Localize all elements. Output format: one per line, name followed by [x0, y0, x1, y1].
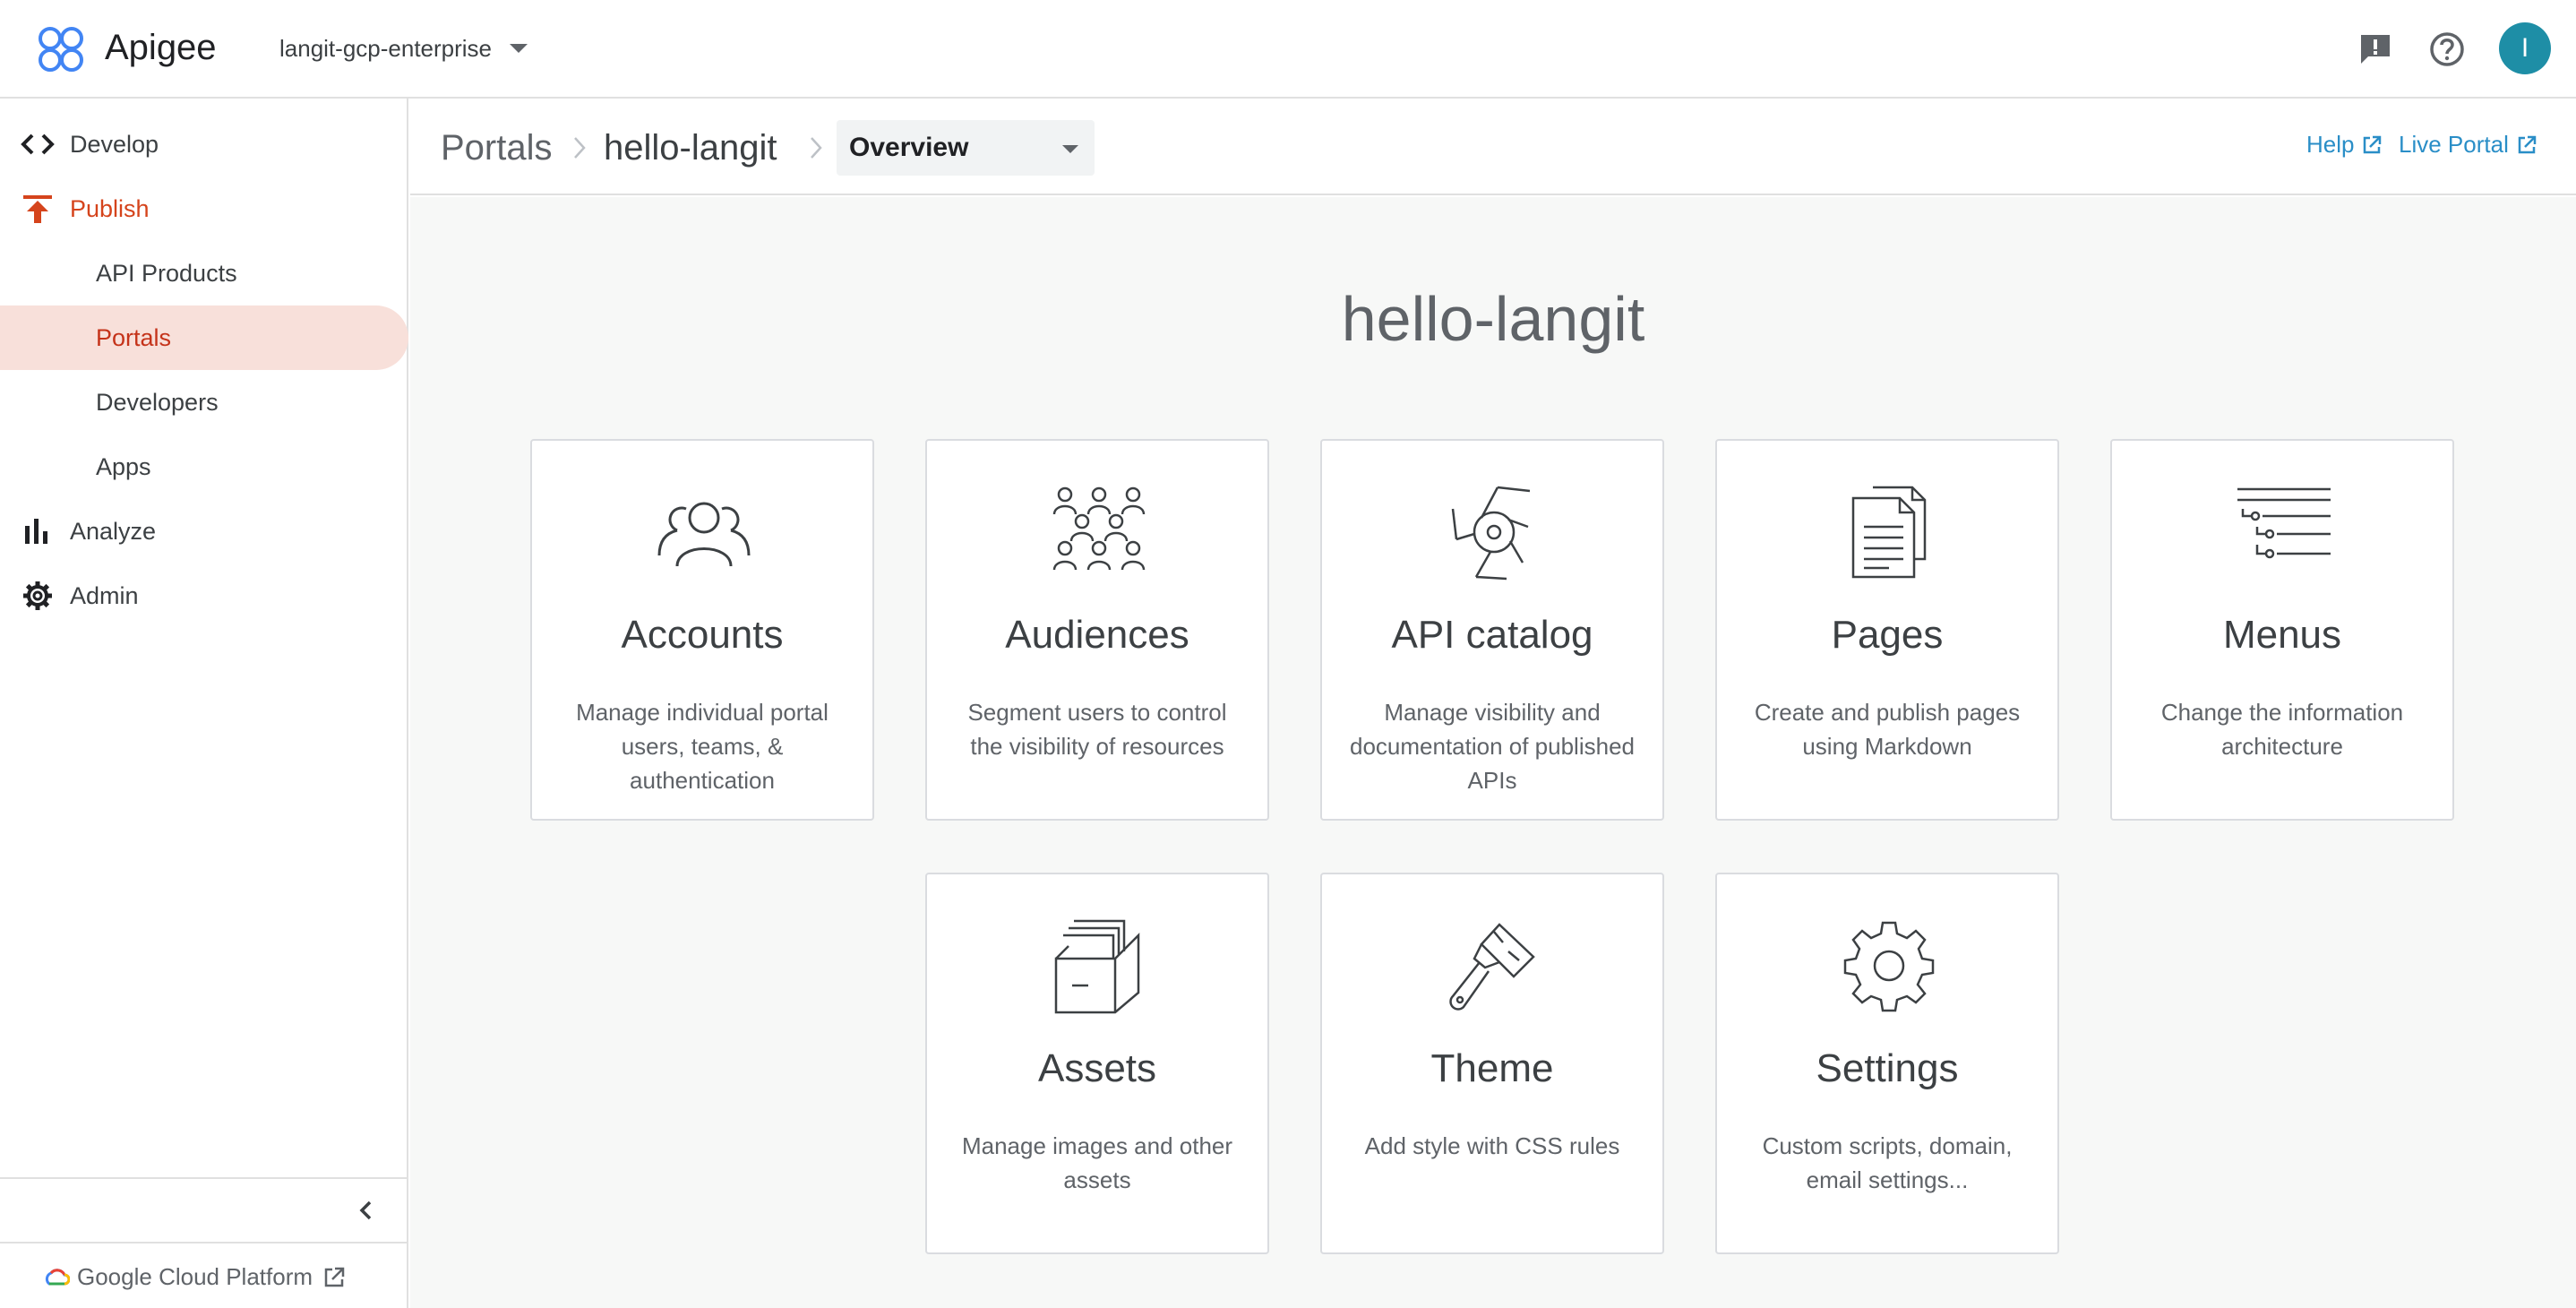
sidebar-item-portals[interactable]: Portals	[0, 305, 408, 370]
api-catalog-icon	[1451, 486, 1531, 581]
settings-icon	[1843, 921, 1935, 1012]
accounts-icon	[657, 502, 751, 567]
collapse-sidebar-icon[interactable]	[351, 1195, 382, 1226]
sidebar-item-label: Develop	[70, 130, 159, 158]
breadcrumb-portals[interactable]: Portals	[441, 125, 553, 170]
chevron-right-icon	[574, 137, 586, 159]
card-title: Menus	[2222, 613, 2342, 657]
sidebar-item-analyze[interactable]: Analyze	[0, 499, 408, 564]
content-header: Portals hello-langit Overview Help Live …	[410, 99, 2576, 195]
page-title: hello-langit	[1341, 284, 1645, 354]
sidebar-item-label: Apps	[96, 452, 151, 480]
bar-chart-icon	[25, 519, 47, 544]
card-description: Create and publish pages using Markdown	[1754, 699, 2021, 760]
card-theme[interactable]: Theme Add style with CSS rules	[1320, 873, 1664, 1254]
card-description: Add style with CSS rules	[1364, 1132, 1620, 1159]
sidebar-item-publish[interactable]: Publish	[0, 176, 408, 241]
user-avatar[interactable]: I	[2499, 22, 2551, 74]
sidebar-item-label: Publish	[70, 194, 150, 222]
sidebar-item-label: Admin	[70, 581, 139, 609]
external-link-icon	[2518, 135, 2537, 153]
card-title: Pages	[1831, 613, 1944, 657]
live-portal-label: Live Portal	[2399, 131, 2509, 158]
sidebar-item-admin[interactable]: Admin	[0, 564, 408, 628]
card-pages[interactable]: Pages Create and publish pages using Mar…	[1715, 439, 2059, 821]
card-description: Custom scripts, domain, email settings..…	[1762, 1132, 2013, 1193]
breadcrumb-portal-name[interactable]: hello-langit	[604, 125, 777, 170]
gear-icon	[23, 581, 52, 610]
help-link-label: Help	[2306, 131, 2355, 158]
org-selector[interactable]: langit-gcp-enterprise	[279, 32, 528, 65]
main-content: hello-langit Accounts Manage individual …	[410, 197, 2576, 1308]
gcp-label: Google Cloud Platform	[77, 1263, 313, 1290]
card-title: Accounts	[621, 613, 784, 657]
sidebar-item-label: API Products	[96, 259, 237, 287]
card-description: Manage individual portal users, teams, &…	[576, 699, 829, 794]
dropdown-caret-icon	[1062, 145, 1078, 153]
card-title: API catalog	[1391, 613, 1593, 657]
assets-icon	[1054, 919, 1140, 1014]
external-link-icon	[324, 1267, 345, 1286]
view-select[interactable]: Overview	[837, 120, 1095, 176]
live-portal-link[interactable]: Live Portal	[2399, 131, 2537, 159]
view-select-value: Overview	[849, 133, 969, 162]
chevron-right-icon	[811, 137, 822, 159]
sidebar-item-label: Developers	[96, 388, 219, 416]
card-audiences[interactable]: Audiences Segment users to control the v…	[925, 439, 1269, 821]
help-icon[interactable]	[2427, 30, 2467, 69]
card-description: Manage images and other assets	[961, 1132, 1233, 1193]
pages-icon	[1851, 486, 1927, 579]
card-description: Segment users to control the visibility …	[967, 699, 1227, 760]
dropdown-caret-icon	[510, 44, 528, 53]
card-assets[interactable]: Assets Manage images and other assets	[925, 873, 1269, 1254]
help-link[interactable]: Help	[2306, 131, 2383, 159]
card-menus[interactable]: Menus Change the information architectur…	[2110, 439, 2454, 821]
sidebar-item-developers[interactable]: Developers	[0, 370, 408, 435]
card-api-catalog[interactable]: API catalog Manage visibility and docume…	[1320, 439, 1664, 821]
card-settings[interactable]: Settings Custom scripts, domain, email s…	[1715, 873, 2059, 1254]
card-title: Theme	[1430, 1046, 1554, 1090]
feedback-icon[interactable]	[2356, 30, 2395, 69]
external-link-icon	[2364, 135, 2382, 153]
sidebar-item-api-products[interactable]: API Products	[0, 241, 408, 305]
card-accounts[interactable]: Accounts Manage individual portal users,…	[530, 439, 874, 821]
sidebar-item-develop[interactable]: Develop	[0, 112, 408, 176]
sidebar-divider	[0, 1177, 408, 1179]
menus-icon	[2237, 487, 2331, 559]
code-icon	[21, 133, 55, 155]
gcp-link[interactable]: Google Cloud Platform	[43, 1263, 347, 1291]
sidebar: Develop Publish API Products Portals Dev…	[0, 99, 408, 1308]
top-bar: Apigee langit-gcp-enterprise I	[0, 0, 2576, 99]
card-description: Manage visibility and documentation of p…	[1349, 699, 1635, 794]
sidebar-item-label: Analyze	[70, 517, 157, 545]
sidebar-item-apps[interactable]: Apps	[0, 435, 408, 499]
apigee-logo-icon[interactable]	[36, 24, 86, 74]
org-name: langit-gcp-enterprise	[279, 35, 493, 62]
audiences-icon	[1052, 486, 1146, 571]
google-cloud-icon	[45, 1268, 70, 1285]
card-title: Settings	[1816, 1046, 1959, 1090]
card-description: Change the information architecture	[2160, 699, 2404, 760]
publish-icon	[23, 195, 52, 223]
app-name[interactable]: Apigee	[105, 25, 217, 70]
card-title: Assets	[1037, 1046, 1157, 1090]
sidebar-divider	[0, 1242, 408, 1243]
card-title: Audiences	[1005, 613, 1189, 657]
sidebar-item-label: Portals	[96, 323, 172, 351]
theme-icon	[1449, 923, 1535, 1011]
